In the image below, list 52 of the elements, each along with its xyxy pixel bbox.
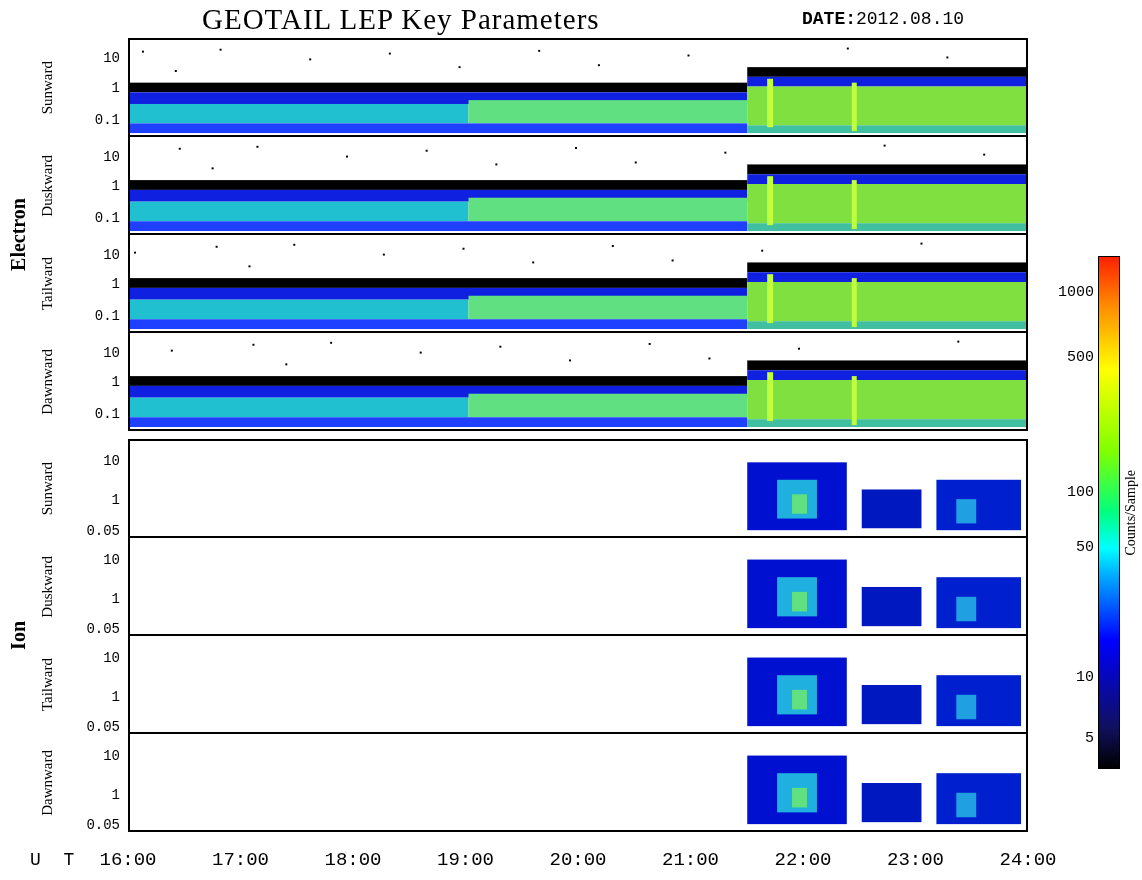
direction-label: Dawnward (38, 750, 56, 816)
direction-label: Duskward (38, 155, 56, 217)
chart-title: GEOTAIL LEP Key Parameters (202, 2, 601, 36)
x-tick-label: 18:00 (324, 849, 382, 871)
x-tick-label: 24:00 (999, 849, 1057, 871)
group-label: Electron (6, 198, 30, 271)
group-label: Ion (6, 621, 30, 650)
y-tick-label: 10 (103, 50, 120, 65)
colorbar-tick-label: 500 (1067, 349, 1094, 365)
x-tick-label: 22:00 (774, 849, 832, 871)
x-tick-label: 21:00 (662, 849, 719, 871)
y-tick-label: 10 (103, 453, 120, 468)
direction-label: Dawnward (38, 349, 56, 415)
y-tick-label: 10 (103, 650, 120, 665)
y-tick-label: 0.05 (86, 818, 120, 833)
colorbar-tick-label: 50 (1076, 539, 1094, 555)
y-tick-label: 0.1 (94, 407, 120, 422)
y-tick-label: 10 (103, 149, 120, 164)
colorbar-tick-label: 100 (1067, 484, 1094, 500)
y-tick-label: 10 (103, 552, 120, 567)
colorbar-tick-label: 10 (1076, 669, 1094, 685)
y-tick-label: 10 (103, 748, 120, 763)
y-tick-label: 0.05 (86, 720, 120, 735)
y-tick-label: 0.1 (94, 211, 120, 226)
y-tick-label: 10 (103, 345, 120, 360)
y-tick-label: 0.1 (94, 309, 120, 324)
y-tick-label: 0.05 (86, 622, 120, 637)
direction-label: Sunward (38, 60, 56, 115)
y-tick-label: 1 (111, 80, 120, 95)
x-tick-label: 20:00 (549, 849, 607, 871)
direction-label: Sunward (38, 461, 56, 516)
x-tick-label: 16:00 (99, 849, 157, 871)
y-tick-label: 1 (111, 277, 120, 291)
direction-label: Tailward (38, 257, 56, 311)
y-tick-label: 10 (103, 247, 120, 262)
y-tick-label: 1 (111, 493, 120, 508)
colorbar-label: Counts/Sample (1123, 469, 1139, 556)
y-tick-label: 1 (111, 689, 120, 704)
x-tick-label: 19:00 (437, 849, 494, 871)
colorbar-tick-label: 1000 (1058, 284, 1094, 300)
direction-label: Tailward (38, 658, 56, 712)
y-tick-label: 1 (111, 787, 120, 802)
colorbar-tick-label: 5 (1085, 730, 1094, 746)
y-tick-label: 0.05 (86, 524, 120, 539)
y-tick-label: 1 (111, 591, 120, 606)
y-tick-label: 1 (111, 179, 120, 193)
x-tick-label: 23:00 (887, 849, 944, 871)
x-tick-label: 17:00 (212, 849, 269, 871)
date-label: DATE:2012.08.10 (802, 9, 965, 29)
y-tick-label: 1 (111, 375, 120, 389)
y-tick-label: 0.1 (94, 113, 120, 128)
direction-label: Duskward (38, 556, 56, 618)
